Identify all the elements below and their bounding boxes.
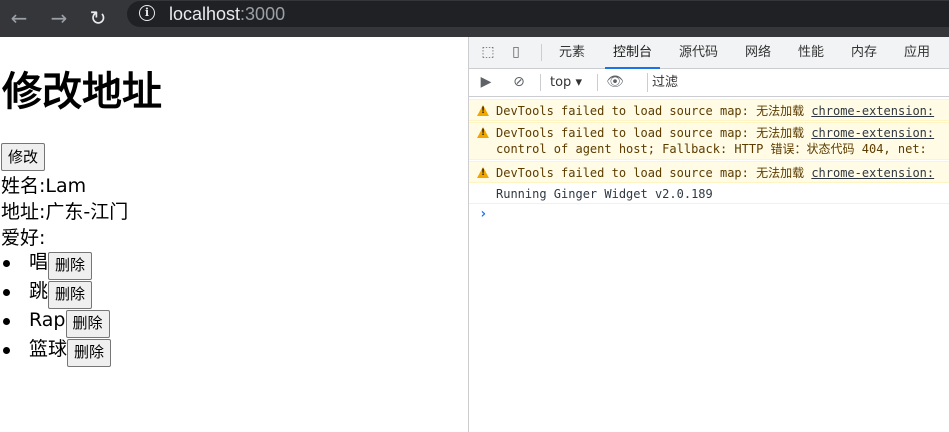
bullet-icon xyxy=(3,318,10,325)
tab-sources[interactable]: 源代码 xyxy=(679,37,718,68)
message-text: DevTools failed to load source map: 无法加载 xyxy=(496,104,812,118)
message-text: Running Ginger Widget v2.0.189 xyxy=(496,187,713,201)
name-line: 姓名:Lam xyxy=(1,175,87,197)
url-port: :3000 xyxy=(240,4,286,24)
inspect-element-icon[interactable]: ⬚ xyxy=(479,43,497,61)
chevron-down-icon: ▾ xyxy=(575,75,582,90)
bullet-icon xyxy=(3,260,10,267)
hobby-text: 跳 xyxy=(29,280,49,302)
reload-icon[interactable]: ↻ xyxy=(84,4,112,32)
tab-console[interactable]: 控制台 xyxy=(604,37,661,69)
tab-elements[interactable]: 元素 xyxy=(559,37,585,68)
devtools-tabbar: ⬚ ▯ 元素 控制台 源代码 网络 性能 内存 应用 xyxy=(469,37,949,69)
message-text: DevTools failed to load source map: 无法加载 xyxy=(496,166,812,180)
divider xyxy=(597,74,598,91)
source-link[interactable]: chrome-extension: xyxy=(811,166,934,180)
back-arrow-icon[interactable]: ← xyxy=(5,4,33,32)
context-selector[interactable]: top ▾ xyxy=(550,73,582,92)
site-info-icon[interactable]: i xyxy=(139,5,155,21)
message-text-continued: control of agent host; Fallback: HTTP 错误… xyxy=(496,142,927,156)
hobby-text: 唱 xyxy=(29,251,49,273)
tab-memory[interactable]: 内存 xyxy=(851,37,877,68)
console-warning: DevTools failed to load source map: 无法加载… xyxy=(469,122,949,160)
address-bar[interactable]: i localhost:3000 xyxy=(127,1,949,27)
url-host: localhost xyxy=(169,4,241,24)
delete-button[interactable]: 删除 xyxy=(48,251,93,280)
forward-arrow-icon[interactable]: → xyxy=(45,4,73,32)
hobby-text: 篮球 xyxy=(29,338,68,360)
bullet-icon xyxy=(3,289,10,296)
delete-button[interactable]: 删除 xyxy=(65,309,110,338)
device-toolbar-icon[interactable]: ▯ xyxy=(507,43,525,61)
chevron-right-icon: › xyxy=(479,206,488,222)
source-link[interactable]: chrome-extension: xyxy=(811,126,934,140)
delete-button[interactable]: 删除 xyxy=(48,280,93,309)
filter-input[interactable]: 过滤 xyxy=(647,73,949,92)
devtools-panel: ⬚ ▯ 元素 控制台 源代码 网络 性能 内存 应用 ▶ ⊘ top ▾ 👁 过… xyxy=(468,37,949,432)
source-link[interactable]: chrome-extension: xyxy=(811,104,934,118)
sidebar-toggle-icon[interactable]: ▶ xyxy=(477,73,495,91)
console-warning: DevTools failed to load source map: 无法加载… xyxy=(469,161,949,183)
tab-performance[interactable]: 性能 xyxy=(798,37,824,68)
browser-toolbar: ← → ↻ i localhost:3000 xyxy=(0,0,949,37)
tab-application[interactable]: 应用 xyxy=(904,37,930,68)
console-toolbar: ▶ ⊘ top ▾ 👁 过滤 xyxy=(469,69,949,97)
warning-icon xyxy=(477,127,489,138)
clear-console-icon[interactable]: ⊘ xyxy=(510,73,528,91)
console-warning: DevTools failed to load source map: 无法加载… xyxy=(469,99,949,121)
eye-icon[interactable]: 👁 xyxy=(606,73,624,91)
bullet-icon xyxy=(3,347,10,354)
console-prompt[interactable]: › xyxy=(469,205,949,225)
console-log: Running Ginger Widget v2.0.189 xyxy=(469,184,949,204)
divider xyxy=(541,44,542,61)
url-text[interactable]: localhost:3000 xyxy=(169,3,285,25)
address-line: 地址:广东-江门 xyxy=(1,201,129,223)
warning-icon xyxy=(477,167,489,178)
hobby-text: Rap xyxy=(29,309,66,331)
warning-icon xyxy=(477,105,489,116)
page-content: 修改地址 修改 姓名:Lam 地址:广东-江门 爱好: 唱删除 跳删除 Rap 删… xyxy=(0,37,468,432)
delete-button[interactable]: 删除 xyxy=(67,338,112,367)
message-text: DevTools failed to load source map: 无法加载 xyxy=(496,126,812,140)
edit-button[interactable]: 修改 xyxy=(1,143,46,171)
page-title: 修改地址 xyxy=(2,70,162,114)
context-label: top xyxy=(550,75,572,90)
tab-network[interactable]: 网络 xyxy=(745,37,771,68)
divider xyxy=(540,74,541,91)
